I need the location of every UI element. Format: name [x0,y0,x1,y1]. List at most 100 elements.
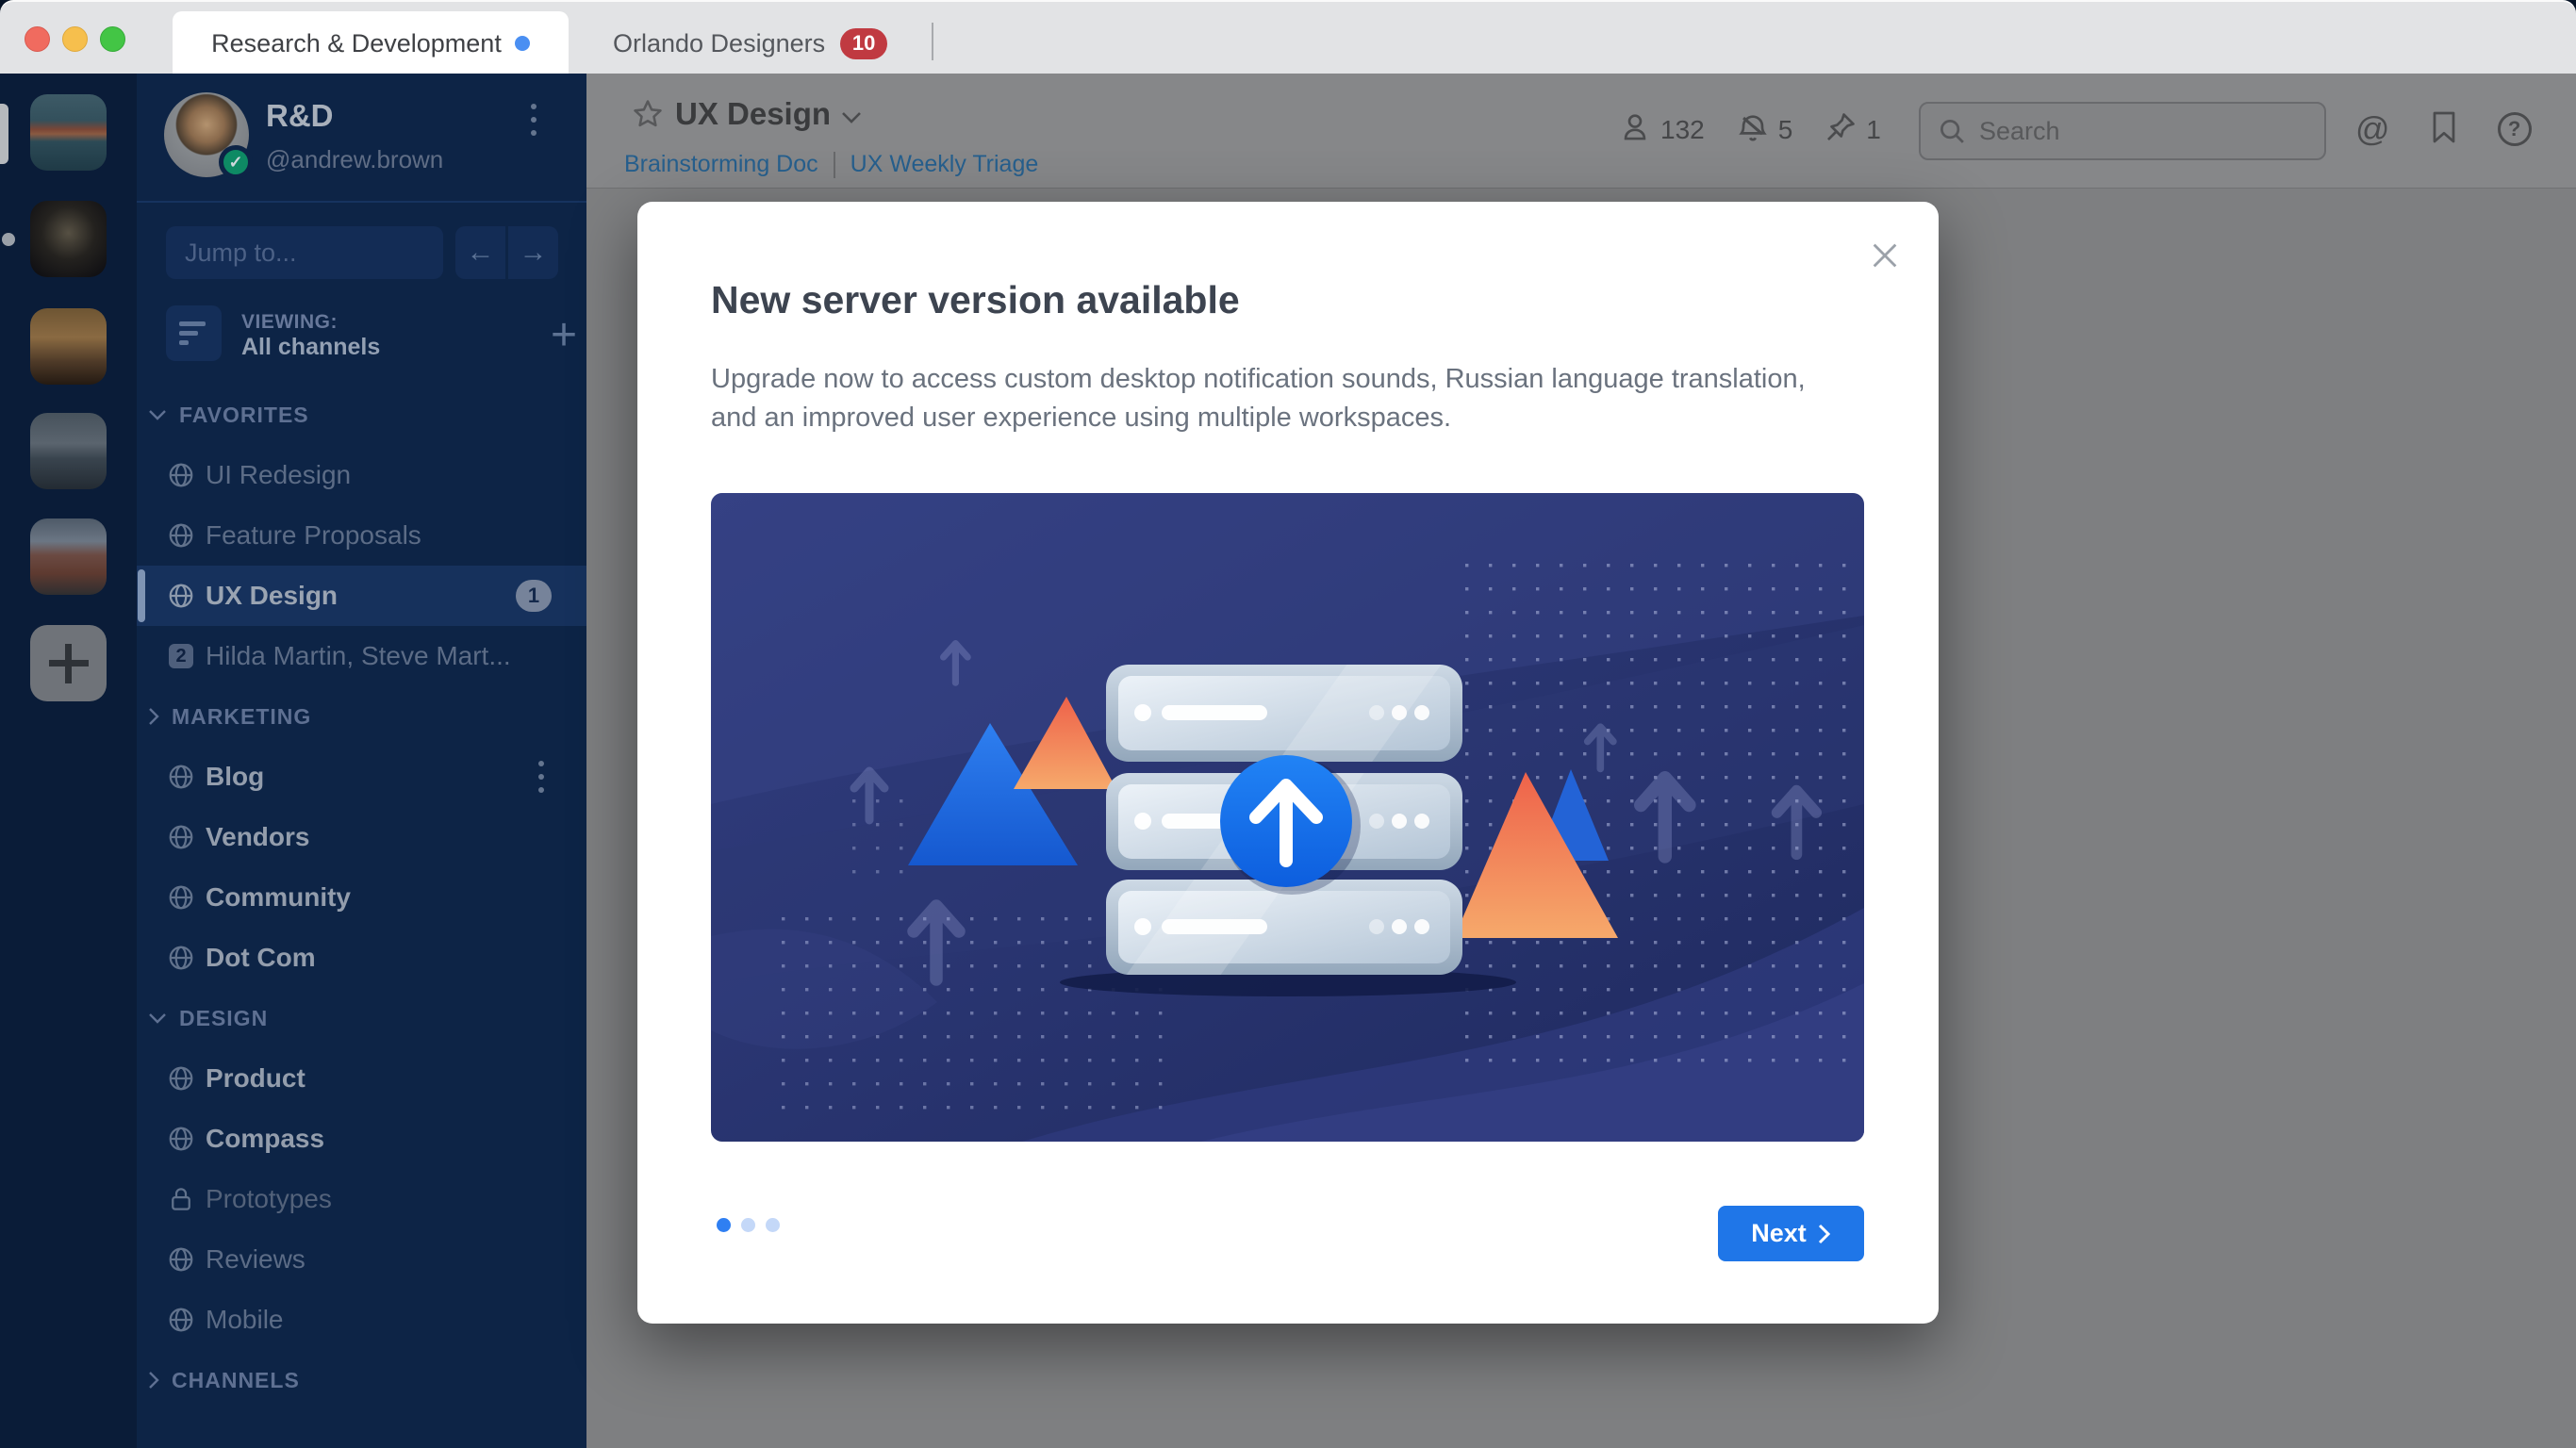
brainstorming-doc-link[interactable]: Brainstorming Doc [624,151,818,178]
close-window-button[interactable] [25,26,50,52]
sidebar-item-mobile[interactable]: Mobile [137,1290,586,1350]
globe-icon [167,823,195,851]
dm-member-count-badge: 2 [169,644,193,668]
viewing-value: All channels [241,334,381,360]
sidebar: ✓ R&D @andrew.brown ← → VIEWING: All cha… [137,74,586,1448]
globe-icon [167,1125,195,1153]
tab-research-development[interactable]: Research & Development [173,11,569,75]
globe-icon [167,521,195,550]
city-street-workspace[interactable] [30,413,107,489]
channel-list: FAVORITES UI Redesign Feature Proposals UX … [137,385,586,1410]
stat-snoozed-bell[interactable]: 5 [1737,111,1793,148]
tab-label: Research & Development [211,28,502,58]
workspace-strip [0,74,137,1448]
search-input[interactable] [1979,116,2281,146]
sidebar-item-dot-com[interactable]: Dot Com [137,928,586,988]
profile-header: ✓ R&D @andrew.brown [137,74,586,201]
online-check-badge-icon: ✓ [219,145,253,179]
sidebar-item-ui-redesign[interactable]: UI Redesign [137,445,586,505]
globe-icon [167,1306,195,1334]
section-label: MARKETING [172,703,312,729]
plus-icon [65,643,72,683]
channel-label: Dot Com [206,943,316,972]
channel-header: UX Design Brainstorming Doc UX Weekly Tr… [586,74,2576,189]
sidebar-item-vendors[interactable]: Vendors [137,807,586,867]
section-header-design[interactable]: DESIGN [137,988,586,1048]
close-icon[interactable] [1869,239,1901,276]
search-box[interactable] [1919,102,2326,160]
sidebar-item-prototypes[interactable]: Prototypes [137,1169,586,1229]
favorite-star-icon[interactable] [632,98,664,135]
stat-pin[interactable]: 1 [1825,111,1881,148]
pager-dot-3[interactable] [766,1218,780,1232]
user-avatar[interactable]: ✓ [164,92,253,179]
next-label: Next [1751,1219,1807,1247]
workspace-name: R&D [266,98,334,133]
workspace-unread-dot [2,233,15,246]
pager-dot-2[interactable] [741,1218,755,1232]
window-tab-bar: Research & Development Orlando Designers… [0,0,2576,75]
channel-stats: 132 5 1 [1619,111,1881,148]
ux-weekly-triage-link[interactable]: UX Weekly Triage [850,151,1039,178]
divider [137,201,586,203]
cathedral-workspace[interactable] [30,201,107,277]
active-workspace-indicator [0,104,8,164]
pager-dot-1[interactable] [717,1218,731,1232]
add-workspace-button[interactable] [30,625,107,701]
unread-count-badge: 1 [516,580,552,612]
members-icon [1619,111,1651,148]
history-forward-button[interactable]: → [508,226,558,279]
channel-label: Reviews [206,1244,305,1274]
lock-icon [167,1185,195,1213]
snoozed-bell-icon [1737,111,1769,148]
globe-icon [167,461,195,489]
channel-menu-button[interactable] [538,761,544,793]
channel-label: Product [206,1063,305,1093]
sunset-city-workspace[interactable] [30,308,107,385]
divider [833,151,835,178]
stat-members[interactable]: 132 [1619,111,1705,148]
stat-value: 5 [1777,114,1793,144]
filter-icon [166,305,222,361]
help-icon[interactable]: ? [2497,112,2532,146]
channel-title[interactable]: UX Design [675,96,831,132]
red-building-workspace[interactable] [30,518,107,595]
section-header-channels[interactable]: CHANNELS [137,1350,586,1410]
sidebar-item-feature-proposals[interactable]: Feature Proposals [137,505,586,566]
sidebar-item-ux-design[interactable]: UX Design 1 [137,566,586,626]
section-header-favorites[interactable]: FAVORITES [137,385,586,445]
zoom-window-button[interactable] [100,26,125,52]
modal-body-text: Upgrade now to access custom desktop not… [711,364,1806,433]
sidebar-item-product[interactable]: Product [137,1048,586,1109]
saved-items-icon[interactable] [2430,110,2458,149]
golden-gate-workspace[interactable] [30,94,107,171]
sidebar-item-hilda-martin-steve-mart[interactable]: 2 Hilda Martin, Steve Mart... [137,626,586,686]
viewing-label: VIEWING: [241,311,338,333]
sidebar-item-reviews[interactable]: Reviews [137,1229,586,1290]
add-channel-button[interactable]: + [551,309,577,361]
section-header-marketing[interactable]: MARKETING [137,686,586,747]
carousel-pager [717,1218,780,1232]
tab-unread-badge: 10 [840,27,888,59]
search-icon [1940,120,1964,143]
viewing-filter[interactable]: VIEWING: All channels + [166,305,577,362]
channel-label: UX Design [206,581,339,610]
channel-label: Mobile [206,1305,284,1334]
app-window: Research & Development Orlando Designers… [0,0,2576,1448]
sidebar-item-blog[interactable]: Blog [137,747,586,807]
sidebar-item-compass[interactable]: Compass [137,1109,586,1169]
minimize-window-button[interactable] [62,26,88,52]
chevron-right-icon [1818,1224,1830,1243]
jump-to-input[interactable] [166,226,443,279]
workspace-menu-button[interactable] [531,104,537,136]
mentions-icon[interactable]: @ [2355,109,2390,149]
sidebar-item-community[interactable]: Community [137,867,586,928]
globe-icon [167,883,195,912]
chevron-down-icon [841,111,862,129]
channel-label: Prototypes [206,1184,332,1213]
stat-value: 1 [1866,114,1881,144]
history-back-button[interactable]: ← [455,226,505,279]
channel-label: Compass [206,1124,325,1153]
tab-orlando-designers[interactable]: Orlando Designers 10 [594,11,906,75]
next-button[interactable]: Next [1718,1206,1864,1261]
